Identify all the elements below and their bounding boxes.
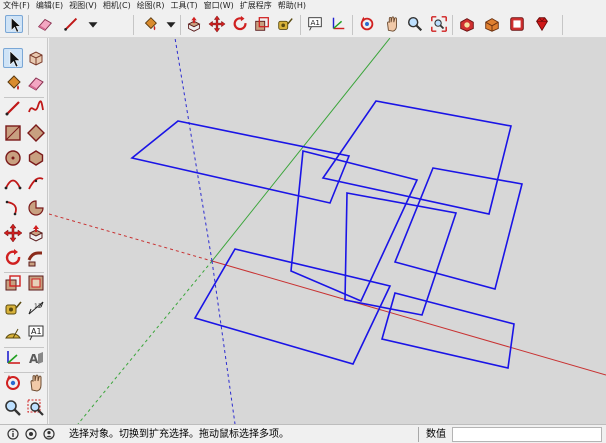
status-bar: 选择对象。切换到扩充选择。拖动鼠标选择多项。 数值 xyxy=(0,424,606,443)
credit-icon[interactable] xyxy=(25,428,37,440)
offset-icon[interactable] xyxy=(26,273,46,293)
user-icon[interactable] xyxy=(43,428,55,440)
circle-icon[interactable] xyxy=(3,148,23,168)
left-tool-palette: 12 A1 A xyxy=(0,38,48,424)
scene-canvas[interactable] xyxy=(49,38,606,424)
paint-bucket-icon[interactable] xyxy=(141,15,159,33)
three-point-arc-icon[interactable] xyxy=(3,198,23,218)
svg-text:A: A xyxy=(29,352,39,366)
status-divider xyxy=(418,427,419,442)
rectangle-edge[interactable] xyxy=(290,149,419,303)
scale-icon[interactable] xyxy=(3,273,23,293)
pencil-icon[interactable] xyxy=(62,15,80,33)
menu-item-1[interactable]: 编辑(E) xyxy=(33,0,66,11)
3d-warehouse-icon[interactable] xyxy=(458,15,476,33)
push-pull-icon[interactable] xyxy=(185,15,203,33)
palette-separator xyxy=(4,372,44,373)
axes-icon[interactable] xyxy=(3,348,23,368)
menu-item-4[interactable]: 绘图(R) xyxy=(134,0,168,11)
orbit-icon[interactable] xyxy=(3,373,23,393)
svg-text:A1: A1 xyxy=(31,327,42,336)
rectangle-edge[interactable] xyxy=(321,100,512,215)
measurements-label: 数值 xyxy=(426,429,446,440)
axes-icon[interactable] xyxy=(329,15,347,33)
red-axis-negative xyxy=(49,213,213,262)
zoom-extents-icon[interactable] xyxy=(430,15,448,33)
orbit-icon[interactable] xyxy=(358,15,376,33)
tape-measure-icon[interactable] xyxy=(276,15,294,33)
toolbar-separator xyxy=(352,15,353,35)
rectangle-icon[interactable] xyxy=(3,123,23,143)
component-icon[interactable] xyxy=(26,48,46,68)
menu-item-3[interactable]: 相机(C) xyxy=(100,0,134,11)
toolbar-separator xyxy=(28,15,29,35)
move-icon[interactable] xyxy=(3,223,23,243)
menu-item-8[interactable]: 帮助(H) xyxy=(275,0,309,11)
main-toolbar: A1 xyxy=(0,11,606,38)
palette-separator xyxy=(4,97,44,98)
paint-bucket-icon[interactable] xyxy=(3,73,23,93)
palette-separator xyxy=(4,272,44,273)
menu-item-0[interactable]: 文件(F) xyxy=(0,0,33,11)
green-axis-negative xyxy=(77,260,213,424)
eraser-icon[interactable] xyxy=(36,15,54,33)
toolbar-separator xyxy=(180,15,181,35)
rotate-icon[interactable] xyxy=(231,15,249,33)
zoom-icon[interactable] xyxy=(3,398,23,418)
rotate-icon[interactable] xyxy=(3,248,23,268)
status-message: 选择对象。切换到扩充选择。拖动鼠标选择多项。 xyxy=(69,429,289,440)
ruby-icon[interactable] xyxy=(533,15,551,33)
blue-axis-positive xyxy=(174,38,213,262)
move-icon[interactable] xyxy=(208,15,226,33)
polygon-icon[interactable] xyxy=(26,148,46,168)
svg-text:A1: A1 xyxy=(311,18,321,27)
rotated-rectangle-icon[interactable] xyxy=(26,123,46,143)
freehand-icon[interactable] xyxy=(26,98,46,118)
arc-icon[interactable] xyxy=(3,173,23,193)
green-axis-positive xyxy=(211,38,391,262)
extension-icon[interactable] xyxy=(508,15,526,33)
menu-item-6[interactable]: 窗口(W) xyxy=(201,0,237,11)
zoom-icon[interactable] xyxy=(406,15,424,33)
menu-item-2[interactable]: 视图(V) xyxy=(66,0,100,11)
rectangle-edge[interactable] xyxy=(130,120,351,204)
menu-item-5[interactable]: 工具(T) xyxy=(168,0,201,11)
model-viewport[interactable] xyxy=(49,38,606,424)
measurements-input[interactable] xyxy=(452,427,602,442)
dropdown-arrow-icon[interactable] xyxy=(162,15,176,33)
line-icon[interactable] xyxy=(3,98,23,118)
svg-text:12: 12 xyxy=(34,303,42,310)
protractor-icon[interactable] xyxy=(3,323,23,343)
text-icon[interactable]: A1 xyxy=(306,15,324,33)
rectangle-edge[interactable] xyxy=(381,292,515,369)
blue-axis-negative xyxy=(211,260,236,424)
menu-bar: 文件(F) 编辑(E) 视图(V) 相机(C) 绘图(R) 工具(T) 窗口(W) 扩展程序帮… xyxy=(0,0,606,11)
tape-measure-icon[interactable] xyxy=(3,298,23,318)
palette-separator xyxy=(4,347,44,348)
eraser-icon[interactable] xyxy=(26,73,46,93)
red-axis-positive xyxy=(211,260,606,376)
menu-item-7[interactable]: 扩展程序 xyxy=(237,0,275,11)
toolbar-separator xyxy=(562,15,563,35)
toolbar-separator xyxy=(133,15,134,35)
pan-icon[interactable] xyxy=(26,373,46,393)
dropdown-arrow-icon[interactable] xyxy=(84,15,98,33)
select-arrow-icon[interactable] xyxy=(3,48,23,68)
3d-text-icon[interactable]: A xyxy=(26,348,46,368)
zoom-window-icon[interactable] xyxy=(26,398,46,418)
follow-me-icon[interactable] xyxy=(26,248,46,268)
rectangle-edge[interactable] xyxy=(344,192,458,316)
toolbar-separator xyxy=(300,15,301,35)
scale-icon[interactable] xyxy=(253,15,271,33)
two-point-arc-icon[interactable] xyxy=(26,173,46,193)
dimension-icon[interactable]: 12 xyxy=(26,298,46,318)
pie-icon[interactable] xyxy=(26,198,46,218)
toolbar-separator xyxy=(452,15,453,35)
select-arrow-icon[interactable] xyxy=(5,15,23,33)
pan-hand-icon[interactable] xyxy=(383,15,401,33)
push-pull-icon[interactable] xyxy=(26,223,46,243)
components-icon[interactable] xyxy=(483,15,501,33)
text-icon[interactable]: A1 xyxy=(26,323,46,343)
info-icon[interactable] xyxy=(7,428,19,440)
